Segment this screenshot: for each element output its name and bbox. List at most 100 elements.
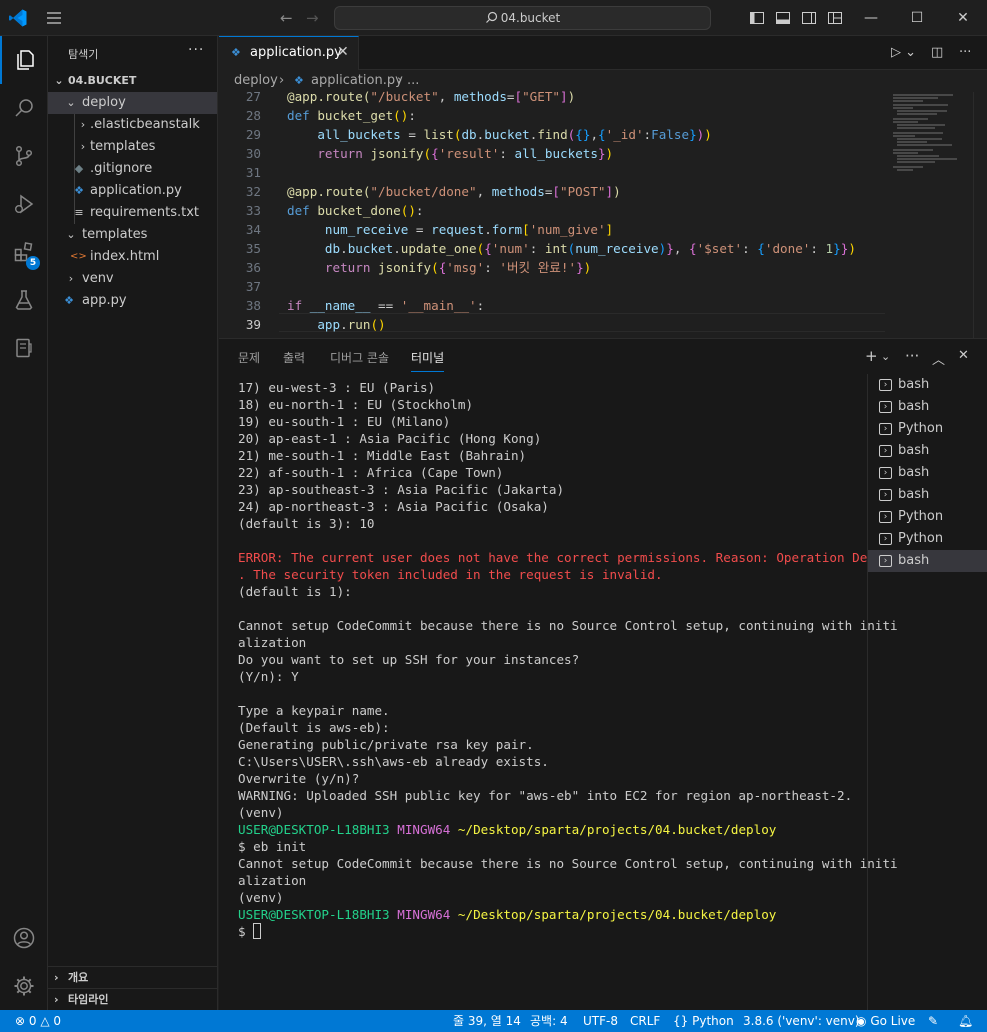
tree-folder-templates[interactable]: › templates bbox=[48, 136, 217, 158]
tree-file-app-py[interactable]: ❖ app.py bbox=[48, 290, 217, 312]
terminal-instance-active[interactable]: › bash bbox=[868, 550, 987, 572]
tree-folder-venv[interactable]: › venv bbox=[48, 268, 217, 290]
indentation[interactable]: 공백: 4 bbox=[530, 1010, 568, 1032]
end-of-line[interactable]: CRLF bbox=[630, 1010, 660, 1032]
tab-output[interactable]: 출력 bbox=[283, 349, 305, 366]
tab-terminal[interactable]: 터미널 bbox=[411, 349, 445, 372]
minimize-icon[interactable]: — bbox=[859, 6, 883, 30]
terminal-instance[interactable]: › Python bbox=[868, 418, 987, 440]
remote-explorer-icon[interactable] bbox=[0, 324, 48, 372]
account-icon[interactable] bbox=[0, 914, 48, 962]
go-live[interactable]: ◉ Go Live bbox=[856, 1010, 915, 1032]
terminal-instance[interactable]: › bash bbox=[868, 396, 987, 418]
notifications-bell-icon[interactable]: 🔔︎ bbox=[958, 1010, 973, 1032]
customize-layout-icon[interactable] bbox=[827, 10, 843, 26]
new-terminal-icon[interactable]: + bbox=[865, 347, 878, 365]
source-control-icon[interactable] bbox=[0, 132, 48, 180]
extensions-badge: 5 bbox=[26, 256, 40, 270]
terminal-instance[interactable]: › Python bbox=[868, 528, 987, 550]
terminal-instance[interactable]: › bash bbox=[868, 484, 987, 506]
more-actions-icon[interactable]: ··· bbox=[188, 42, 204, 58]
editor-scrollbar[interactable] bbox=[973, 92, 987, 338]
code-line: 34 num_receive = request.form['num_give'… bbox=[245, 222, 614, 237]
problems-status[interactable]: ⊗ 0 △ 0 bbox=[15, 1010, 61, 1032]
maximize-panel-icon[interactable]: ︿ bbox=[932, 349, 945, 368]
tree-folder-templates-root[interactable]: ⌄ templates bbox=[48, 224, 217, 246]
feedback-icon[interactable]: ✎ bbox=[928, 1010, 938, 1032]
terminal-icon: › bbox=[879, 423, 892, 435]
editor-more-icon[interactable]: ··· bbox=[959, 45, 971, 60]
chevron-right-icon: › bbox=[54, 993, 59, 1006]
terminal-output[interactable]: 17) eu-west-3 : EU (Paris) 18) eu-north-… bbox=[238, 379, 898, 999]
encoding[interactable]: UTF-8 bbox=[583, 1010, 618, 1032]
terminal-icon: › bbox=[879, 555, 892, 567]
tab-application-py[interactable]: ❖ application.py ✕ bbox=[219, 36, 359, 70]
python-interpreter[interactable]: 3.8.6 ('venv': venv) bbox=[743, 1010, 860, 1032]
terminal-icon: › bbox=[879, 467, 892, 479]
minimap[interactable] bbox=[885, 92, 973, 338]
cursor-position[interactable]: 줄 39, 열 14 bbox=[453, 1010, 521, 1032]
terminal-line: C:\Users\USER\.ssh\aws-eb already exists… bbox=[238, 754, 549, 769]
tab-problems[interactable]: 문제 bbox=[238, 349, 260, 366]
terminal-error-line: . The security token included in the req… bbox=[238, 567, 663, 582]
run-debug-icon[interactable] bbox=[0, 180, 48, 228]
terminal-line: 20) ap-east-1 : Asia Pacific (Hong Kong) bbox=[238, 431, 542, 446]
terminal-line: alization bbox=[238, 635, 307, 650]
tab-debug-console[interactable]: 디버그 콘솔 bbox=[330, 349, 389, 366]
code-line: 30 return jsonify({'result': all_buckets… bbox=[245, 146, 614, 161]
forward-arrow-icon[interactable]: → bbox=[306, 9, 319, 27]
code-editor[interactable]: 27 @app.route("/bucket", methods=["GET"])… bbox=[219, 87, 885, 338]
workspace-root[interactable]: ⌄ 04.BUCKET bbox=[48, 70, 217, 92]
command-center-search[interactable]: 04.bucket bbox=[334, 6, 711, 30]
explorer-icon[interactable] bbox=[0, 36, 48, 84]
more-actions-icon[interactable]: ··· bbox=[905, 347, 919, 365]
chevron-right-icon: › bbox=[80, 140, 86, 153]
chevron-right-icon: › bbox=[80, 118, 86, 131]
chevron-down-icon: ⌄ bbox=[66, 228, 76, 241]
terminal-command: $ eb init bbox=[238, 839, 307, 854]
broadcast-icon: ◉ bbox=[856, 1014, 867, 1028]
python-file-icon: ❖ bbox=[74, 184, 84, 197]
split-editor-icon[interactable]: ◫ bbox=[931, 45, 943, 60]
tree-file-index-html[interactable]: <> index.html bbox=[48, 246, 217, 268]
code-line: 33 def bucket_done(): bbox=[245, 203, 424, 218]
toggle-panel-icon[interactable] bbox=[775, 10, 791, 26]
terminal-instance[interactable]: › bash bbox=[868, 440, 987, 462]
tree-folder-deploy[interactable]: ⌄ deploy bbox=[48, 92, 217, 114]
warning-icon: △ bbox=[40, 1014, 50, 1028]
chevron-down-icon[interactable]: ⌄ bbox=[881, 350, 890, 363]
toggle-secondary-sidebar-icon[interactable] bbox=[801, 10, 817, 26]
tree-file-requirements[interactable]: ≡ requirements.txt bbox=[48, 202, 217, 224]
search-icon[interactable] bbox=[0, 84, 48, 132]
back-arrow-icon[interactable]: ← bbox=[280, 9, 293, 27]
extensions-icon[interactable]: 5 bbox=[0, 228, 48, 276]
terminal-input-line[interactable]: $ bbox=[238, 923, 262, 940]
run-python-icon[interactable]: ▷ ⌄ bbox=[891, 45, 916, 60]
maximize-icon[interactable]: ☐ bbox=[905, 6, 929, 30]
tree-folder-elasticbeanstalk[interactable]: › .elasticbeanstalk bbox=[48, 114, 217, 136]
timeline-section[interactable]: › 타임라인 bbox=[48, 988, 217, 1010]
testing-icon[interactable] bbox=[0, 276, 48, 324]
close-panel-icon[interactable]: ✕ bbox=[958, 348, 969, 363]
code-line: 36 return jsonify({'msg': '버킷 완료!'}) bbox=[245, 260, 592, 275]
terminal-instance[interactable]: › bash bbox=[868, 374, 987, 396]
close-window-icon[interactable]: ✕ bbox=[951, 6, 975, 30]
language-mode[interactable]: {} Python bbox=[673, 1010, 734, 1032]
toggle-primary-sidebar-icon[interactable] bbox=[749, 10, 765, 26]
terminal-instance[interactable]: › Python bbox=[868, 506, 987, 528]
menu-icon[interactable] bbox=[44, 8, 64, 28]
terminal-cursor bbox=[253, 923, 262, 939]
tree-file-gitignore[interactable]: ◆ .gitignore bbox=[48, 158, 217, 180]
text-file-icon: ≡ bbox=[74, 206, 84, 219]
terminal-instance[interactable]: › bash bbox=[868, 462, 987, 484]
terminal-line: Overwrite (y/n)? bbox=[238, 771, 360, 786]
outline-section[interactable]: › 개요 bbox=[48, 966, 217, 988]
gitignore-file-icon: ◆ bbox=[74, 162, 84, 175]
close-tab-icon[interactable]: ✕ bbox=[337, 44, 349, 60]
terminal-line: 23) ap-southeast-3 : Asia Pacific (Jakar… bbox=[238, 482, 565, 497]
search-icon bbox=[485, 11, 497, 23]
python-file-icon: ❖ bbox=[64, 294, 74, 307]
tree-file-application-py[interactable]: ❖ application.py bbox=[48, 180, 217, 202]
manage-gear-icon[interactable] bbox=[0, 962, 48, 1010]
code-line: 27 @app.route("/bucket", methods=["GET"]) bbox=[245, 89, 576, 104]
